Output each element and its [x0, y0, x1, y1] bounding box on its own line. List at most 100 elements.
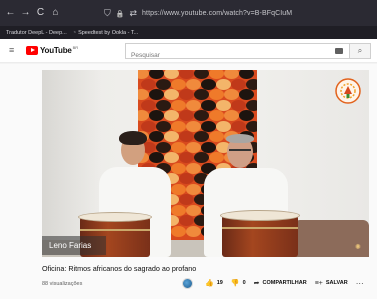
tapestry-pattern-disc: [171, 99, 186, 111]
sofa: [294, 220, 369, 257]
tapestry-pattern-disc: [179, 89, 194, 100]
tapestry-pattern-disc: [186, 141, 201, 153]
tapestry-pattern-disc: [171, 225, 186, 237]
tapestry-pattern-disc: [216, 99, 231, 111]
save-button[interactable]: ≡+ SALVAR: [315, 280, 348, 287]
tapestry-pattern-disc: [171, 120, 186, 132]
search-icon: ⌕: [357, 46, 363, 55]
share-icon: ➦: [253, 280, 260, 287]
search-box: [125, 43, 349, 63]
tapestry-pattern-disc: [201, 99, 216, 111]
presenter-name-tag: Leno Farias: [42, 236, 106, 255]
tapestry-pattern-disc: [186, 204, 201, 216]
view-count: 88 visualizações: [42, 281, 83, 287]
youtube-play-icon: [26, 46, 38, 55]
bookmark-deepl[interactable]: Tradutor DeepL - Deep...: [6, 30, 67, 36]
back-arrow-icon[interactable]: ←: [3, 0, 18, 26]
tapestry-pattern-disc: [149, 89, 164, 100]
tapestry-pattern-disc: [156, 99, 171, 111]
tapestry-pattern-disc: [164, 89, 179, 100]
tapestry-pattern-disc: [231, 99, 246, 111]
share-button[interactable]: ➦ COMPARTILHAR: [254, 279, 307, 287]
tapestry-pattern-disc: [138, 110, 149, 121]
lock-icon[interactable]: 🔒: [116, 10, 125, 18]
tapestry-pattern-disc: [246, 99, 257, 111]
keyboard-icon[interactable]: [335, 48, 343, 54]
channel-avatar[interactable]: [182, 277, 193, 289]
menu-icon[interactable]: ≡: [9, 46, 14, 55]
save-label: SALVAR: [325, 280, 348, 286]
tapestry-pattern-disc: [246, 120, 257, 132]
tapestry-pattern-disc: [186, 99, 201, 111]
tapestry-pattern-disc: [141, 78, 156, 90]
home-icon[interactable]: ⌂: [48, 0, 63, 26]
tapestry-pattern-disc: [186, 183, 201, 195]
like-button[interactable]: 👍 19: [205, 279, 223, 287]
tapestry-pattern-disc: [239, 89, 254, 100]
tapestry-pattern-disc: [224, 89, 239, 100]
more-options-icon[interactable]: ···: [356, 279, 364, 288]
tapestry-pattern-disc: [194, 110, 209, 121]
bookmarks-bar: Tradutor DeepL - Deep... ◔ Speedtest by O…: [0, 26, 377, 39]
tapestry-pattern-disc: [138, 70, 149, 79]
tapestry-pattern-disc: [171, 78, 186, 90]
reload-icon[interactable]: C: [33, 0, 48, 26]
tapestry-pattern-disc: [209, 110, 224, 121]
thumbs-down-icon: 👎: [230, 280, 240, 287]
tapestry-pattern-disc: [216, 120, 231, 132]
tapestry-pattern-disc: [179, 152, 194, 163]
tapestry-pattern-disc: [164, 110, 179, 121]
like-count: 19: [216, 280, 223, 286]
drum-right: [222, 215, 298, 257]
tapestry-pattern-disc: [186, 78, 201, 90]
url-text[interactable]: https://www.youtube.com/watch?v=B-BFqCIu…: [142, 10, 292, 17]
drum-right-head: [220, 210, 300, 221]
youtube-logo[interactable]: YouTube BR: [26, 45, 78, 55]
tapestry-pattern-disc: [138, 89, 149, 100]
dislike-count: 0: [242, 280, 246, 286]
bookmark-label: Speedtest by Ookla - T...: [78, 29, 139, 36]
search-button[interactable]: ⌕: [349, 43, 371, 59]
tapestry-pattern-disc: [216, 78, 231, 90]
speedtest-icon: ◔: [72, 29, 77, 36]
tapestry-pattern-disc: [224, 110, 239, 121]
share-label: COMPARTILHAR: [262, 280, 307, 286]
forward-arrow-icon[interactable]: →: [18, 0, 33, 26]
tapestry-pattern-disc: [239, 70, 254, 79]
tapestry-pattern-disc: [186, 120, 201, 132]
permissions-icon[interactable]: ⇄: [129, 8, 137, 19]
tapestry-pattern-disc: [179, 194, 194, 205]
tapestry-pattern-disc: [171, 141, 186, 153]
tapestry-pattern-disc: [179, 70, 194, 79]
tapestry-pattern-disc: [149, 110, 164, 121]
address-bar[interactable]: ⛉ 🔒 ⇄ https://www.youtube.com/watch?v=B-…: [104, 5, 372, 22]
search-input[interactable]: [126, 48, 349, 63]
drum-left-head: [78, 212, 152, 222]
tapestry-pattern-disc: [179, 215, 194, 226]
youtube-header: ≡ YouTube BR ⌕: [0, 39, 377, 63]
dislike-button[interactable]: 👎 0: [231, 279, 246, 287]
tapestry-pattern-disc: [186, 225, 201, 237]
video-player[interactable]: Leno Farias ✺: [42, 70, 369, 257]
tapestry-pattern-disc: [156, 78, 171, 90]
tapestry-pattern-disc: [171, 162, 186, 174]
tapestry-pattern-disc: [194, 89, 209, 100]
tapestry-pattern-disc: [246, 78, 257, 90]
tapestry-pattern-disc: [171, 204, 186, 216]
tapestry-pattern-disc: [231, 78, 246, 90]
channel-watermark-icon[interactable]: [335, 78, 361, 104]
tapestry-pattern-disc: [209, 70, 224, 79]
watch-page: Leno Farias ✺ Oficina: Ritmos africanos …: [0, 64, 377, 299]
tapestry-pattern-disc: [141, 99, 156, 111]
tapestry-pattern-disc: [179, 110, 194, 121]
playlist-add-icon: ≡+: [314, 279, 323, 287]
tapestry-pattern-disc: [231, 120, 246, 132]
shield-icon[interactable]: ⛉: [104, 8, 111, 19]
tapestry-pattern-disc: [239, 110, 254, 121]
thumbs-up-icon: 👍: [205, 280, 214, 287]
bookmark-speedtest[interactable]: ◔ Speedtest by Ookla - T...: [73, 30, 138, 36]
tapestry-pattern-disc: [149, 70, 164, 79]
tapestry-pattern-disc: [179, 173, 194, 184]
tapestry-pattern-disc: [224, 70, 239, 79]
bookmark-label: Tradutor DeepL - Deep...: [6, 29, 67, 36]
